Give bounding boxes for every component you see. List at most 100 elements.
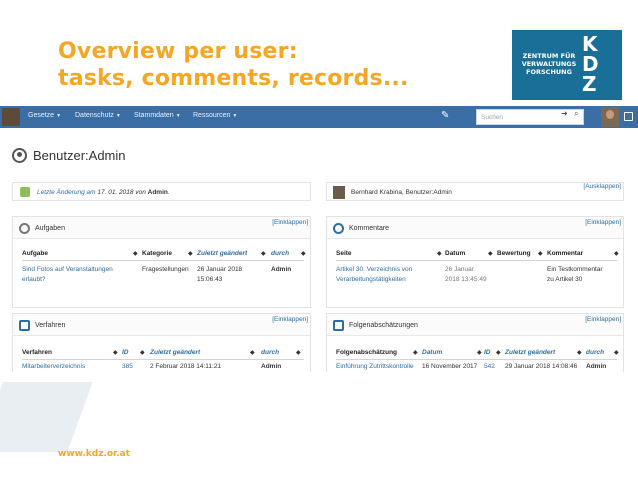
last-change-link[interactable]: Letzte Änderung am: [37, 189, 96, 196]
task-date-line2: 15:06:43: [197, 276, 223, 283]
einklappen-link[interactable]: [Einklappen]: [585, 316, 621, 323]
sort-icon[interactable]: ◆: [261, 250, 266, 257]
folgen-panel: Folgenabschätzungen [Einklappen] Folgena…: [326, 313, 624, 372]
comment-text-line1: Ein Testkommentar: [547, 266, 603, 273]
assessment-id[interactable]: 542: [484, 362, 495, 372]
einklappen-link[interactable]: [Einklappen]: [585, 219, 621, 226]
logo-line3: FORSCHUNG: [526, 68, 572, 76]
sort-icon[interactable]: ◆: [413, 349, 418, 356]
sort-icon[interactable]: ◆: [140, 349, 145, 356]
last-change-user[interactable]: Admin: [148, 189, 168, 196]
search-go-icon[interactable]: ➜: [561, 109, 568, 118]
comment-page-link[interactable]: Artikel 30. Verzeichnis von Verarbeitung…: [336, 265, 412, 285]
col-id[interactable]: ID: [484, 349, 491, 356]
task-by[interactable]: Admin: [271, 265, 291, 275]
col-zuletzt[interactable]: Zuletzt geändert: [505, 349, 555, 356]
sort-icon[interactable]: ◆: [496, 349, 501, 356]
panel-header: Aufgaben [Einklappen]: [13, 217, 310, 239]
sort-icon[interactable]: ◆: [301, 250, 306, 257]
slide-title: Overview per user: tasks, comments, reco…: [58, 38, 409, 92]
record-id[interactable]: 385: [122, 362, 133, 372]
comment-icon: [333, 223, 344, 234]
nav-gesetze[interactable]: Gesetze ▼: [28, 112, 61, 119]
panel-title: Folgenabschätzungen: [349, 322, 418, 329]
search-icon[interactable]: ⌕: [574, 109, 578, 119]
window-icon[interactable]: [624, 112, 633, 121]
sort-icon[interactable]: ◆: [296, 349, 301, 356]
logo-d: D: [582, 52, 599, 76]
einklappen-link[interactable]: [Einklappen]: [272, 219, 308, 226]
assessment-date: 16 November 2017: [422, 363, 478, 370]
sort-icon[interactable]: ◆: [538, 250, 543, 257]
site-logo-icon[interactable]: [2, 108, 20, 126]
records-icon: [19, 320, 30, 331]
last-change-dot: .: [167, 189, 170, 196]
tasks-icon: [19, 223, 30, 234]
kommentare-panel: Kommentare [Einklappen] Seite ◆ Datum ◆ …: [326, 216, 624, 308]
footer-url[interactable]: www.kdz.or.at: [58, 449, 130, 459]
ausklappen-link[interactable]: [Ausklappen]: [583, 183, 621, 190]
sort-icon[interactable]: ◆: [477, 349, 482, 356]
col-zuletzt[interactable]: Zuletzt geändert: [150, 349, 200, 356]
col-id[interactable]: ID: [122, 349, 129, 356]
comment-text-line2: zu Artikel 30: [547, 276, 583, 283]
avatar[interactable]: [601, 107, 619, 127]
sort-icon[interactable]: ◆: [577, 349, 582, 356]
col-datum[interactable]: Datum: [422, 349, 442, 356]
nav-datenschutz[interactable]: Datenschutz ▼: [75, 112, 121, 119]
assessment-changed: 29 Januar 2018 14:08:46: [505, 363, 578, 370]
comment-date-line1: 26 Januar: [445, 266, 474, 273]
edit-pencil-icon[interactable]: ✎: [441, 110, 449, 121]
sort-icon[interactable]: ◆: [614, 250, 619, 257]
task-line2[interactable]: erlaubt?: [22, 275, 113, 285]
col-folgen[interactable]: Folgenabschätzung: [336, 349, 397, 356]
header-divider: [22, 260, 304, 261]
comment-page-line2[interactable]: Verarbeitungstätigkeiten: [336, 275, 412, 285]
col-zuletzt[interactable]: Zuletzt geändert: [197, 250, 247, 257]
col-bewertung[interactable]: Bewertung: [497, 250, 531, 257]
col-durch[interactable]: durch: [271, 250, 289, 257]
col-kategorie[interactable]: Kategorie: [142, 250, 172, 257]
edit-history-icon: [20, 187, 30, 197]
einklappen-link[interactable]: [Einklappen]: [272, 316, 308, 323]
record-date: 2 Februar 2018 14:11:21: [150, 363, 222, 370]
assessment-icon: [333, 320, 344, 331]
verfahren-panel: Verfahren [Einklappen] Verfahren ◆ ID ◆ …: [12, 313, 311, 372]
sort-icon[interactable]: ◆: [437, 250, 442, 257]
col-seite[interactable]: Seite: [336, 250, 352, 257]
nav-stammdaten[interactable]: Stammdaten ▼: [134, 112, 181, 119]
task-date-line1: 26 Januar 2018: [197, 266, 243, 273]
col-durch[interactable]: durch: [261, 349, 279, 356]
col-verfahren[interactable]: Verfahren: [22, 349, 52, 356]
col-aufgabe[interactable]: Aufgabe: [22, 250, 48, 257]
decorative-shape: [0, 382, 93, 452]
sort-icon[interactable]: ◆: [113, 349, 118, 356]
sort-icon[interactable]: ◆: [188, 250, 193, 257]
slide-title-line2: tasks, comments, records...: [58, 66, 409, 91]
sort-icon[interactable]: ◆: [488, 250, 493, 257]
sort-icon[interactable]: ◆: [250, 349, 255, 356]
task-line1[interactable]: Sind Fotos auf Veranstaltungen: [22, 265, 113, 275]
sort-icon[interactable]: ◆: [133, 250, 138, 257]
slide-title-line1: Overview per user:: [58, 39, 298, 64]
author-name: Bernhard Krabina, Benutzer:Admin: [351, 189, 452, 196]
assessment-link[interactable]: Einführung Zutrittskontrolle: [336, 362, 414, 372]
assessment-by[interactable]: Admin: [586, 362, 606, 372]
logo-k: K: [582, 32, 598, 56]
col-durch[interactable]: durch: [586, 349, 604, 356]
logo-text: ZENTRUM FÜR VERWALTUNGS FORSCHUNG: [518, 52, 580, 76]
record-by[interactable]: Admin: [261, 362, 281, 372]
col-datum[interactable]: Datum: [445, 250, 465, 257]
panel-header: Verfahren [Einklappen]: [13, 314, 310, 336]
record-link[interactable]: Mitarbeiterverzeichnis: [22, 362, 85, 372]
task-link[interactable]: Sind Fotos auf Veranstaltungen erlaubt?: [22, 265, 113, 285]
panel-header: Folgenabschätzungen [Einklappen]: [327, 314, 623, 336]
author-avatar: [333, 186, 345, 199]
col-kommentar[interactable]: Kommentar: [547, 250, 583, 257]
panel-title: Verfahren: [35, 322, 66, 329]
sort-icon[interactable]: ◆: [614, 349, 619, 356]
comment-page-line1[interactable]: Artikel 30. Verzeichnis von: [336, 265, 412, 275]
nav-ressourcen[interactable]: Ressourcen ▼: [193, 112, 237, 119]
last-change-panel: Letzte Änderung am 17. 01. 2018 von Admi…: [12, 182, 311, 201]
header-divider: [22, 359, 304, 360]
